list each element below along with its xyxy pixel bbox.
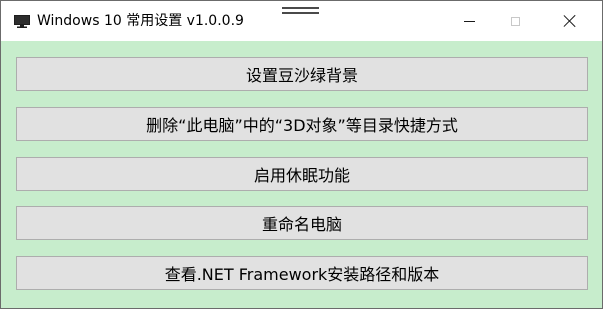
window-title: Windows 10 常用设置 v1.0.0.9	[37, 13, 244, 29]
close-icon	[564, 15, 576, 27]
enable-hibernate-button[interactable]: 启用休眠功能	[16, 157, 588, 191]
minimize-button[interactable]	[446, 1, 492, 41]
title-bar[interactable]: Windows 10 常用设置 v1.0.0.9	[1, 1, 602, 41]
view-dotnet-framework-button[interactable]: 查看.NET Framework安装路径和版本	[16, 256, 588, 290]
drag-grip-icon[interactable]	[282, 7, 319, 14]
app-window: Windows 10 常用设置 v1.0.0.9 设置豆沙绿背景 删除“此电脑”…	[0, 0, 603, 309]
set-green-background-button[interactable]: 设置豆沙绿背景	[16, 57, 588, 91]
rename-computer-button[interactable]: 重命名电脑	[16, 206, 588, 240]
remove-3d-objects-shortcuts-button[interactable]: 删除“此电脑”中的“3D对象”等目录快捷方式	[16, 107, 588, 141]
maximize-button	[492, 1, 538, 41]
minimize-icon	[463, 20, 475, 22]
monitor-icon	[14, 15, 30, 28]
close-button[interactable]	[538, 1, 602, 41]
maximize-icon	[510, 16, 520, 26]
